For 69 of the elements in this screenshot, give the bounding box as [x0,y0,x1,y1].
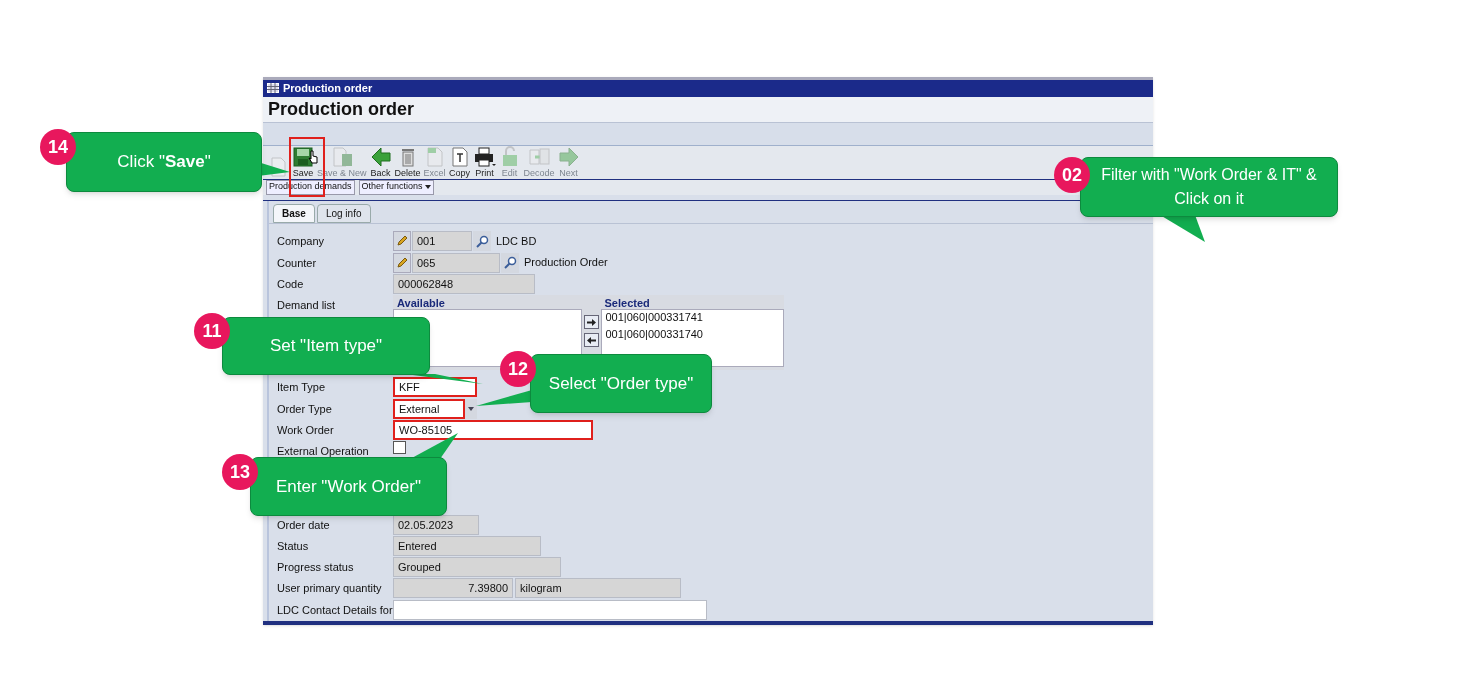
search-button[interactable] [501,252,519,273]
right-arrow-icon [586,318,596,326]
readonly-field: 02.05.2023 [393,514,479,535]
grid-icon [267,83,279,94]
list-item[interactable]: 001|060|000331741 [605,311,779,325]
input-field[interactable]: WO-85105 [393,419,593,440]
field-label: External Operation [276,444,370,460]
input-field[interactable]: KFF [393,377,477,398]
pointer-cursor-icon [308,150,318,164]
field-label: Demand list [276,298,337,314]
search-icon [503,256,517,270]
field-label: LDC Contact Details for [276,602,393,618]
document-arrow-icon [528,145,551,168]
callout-pointer [476,390,532,406]
lookup-description: LDC BD [496,234,537,250]
readonly-field: Entered [393,535,541,556]
list-item[interactable]: 001|060|000331740 [605,328,779,342]
caret-icon [424,185,431,190]
input-field[interactable] [393,599,707,620]
page-heading: Production order [268,97,414,121]
pencil-button[interactable] [393,252,411,273]
callout-tooltip: Select "Order type" [530,354,712,413]
step-number-badge: 13 [222,454,258,490]
field-label: Order Type [276,401,333,417]
search-button[interactable] [473,231,491,252]
right-arrow-icon [557,145,580,168]
field-label: Company [276,234,326,250]
step-number-badge: 11 [194,313,230,349]
field-label: User primary quantity [276,581,383,597]
document-disk-icon [330,145,353,168]
printer-icon [473,145,496,168]
toolbar-button[interactable]: Delete [394,145,421,178]
code-field[interactable]: 001 [412,231,472,252]
field-label: Progress status [276,560,355,576]
search-icon [475,234,489,248]
dropdown-button[interactable] [465,398,477,419]
caret-icon [468,406,474,411]
unit-field: kilogram [515,578,681,599]
pencil-button[interactable] [393,231,411,252]
pencil-icon [396,256,408,269]
tab[interactable]: Log info [316,204,371,224]
field-label: Order date [276,517,331,533]
lookup-description: Production Order [524,255,608,271]
step-number-badge: 14 [40,129,76,165]
menu-button[interactable]: Other functions [358,179,434,195]
quantity-field: 7.39800 [393,578,513,599]
field-label: Work Order [276,422,335,438]
move-left-button[interactable] [583,333,599,348]
left-arrow-icon [369,145,392,168]
readonly-field: Grouped [393,557,561,578]
field-label: Item Type [276,380,327,396]
list-heading: Selected [603,297,651,310]
left-arrow-icon [586,336,596,344]
field-label: Counter [276,255,318,271]
move-right-button[interactable] [583,315,599,330]
callout-tooltip: Set "Item type" [222,317,430,375]
field-label: Code [276,277,305,293]
toolbar-button[interactable]: Back [369,145,392,178]
field-label: Status [276,538,310,554]
window-title: Production order [283,81,373,96]
readonly-field: 000062848 [393,274,535,295]
code-field[interactable]: 065 [412,252,500,273]
select-field[interactable]: External [393,398,465,419]
toolbar-button[interactable]: Print [473,145,496,178]
pencil-icon [396,235,408,248]
checkbox[interactable] [393,441,406,455]
tab[interactable]: Base [273,204,315,224]
toolbar-button[interactable]: Copy [448,145,471,178]
list-heading: Available [396,297,446,310]
